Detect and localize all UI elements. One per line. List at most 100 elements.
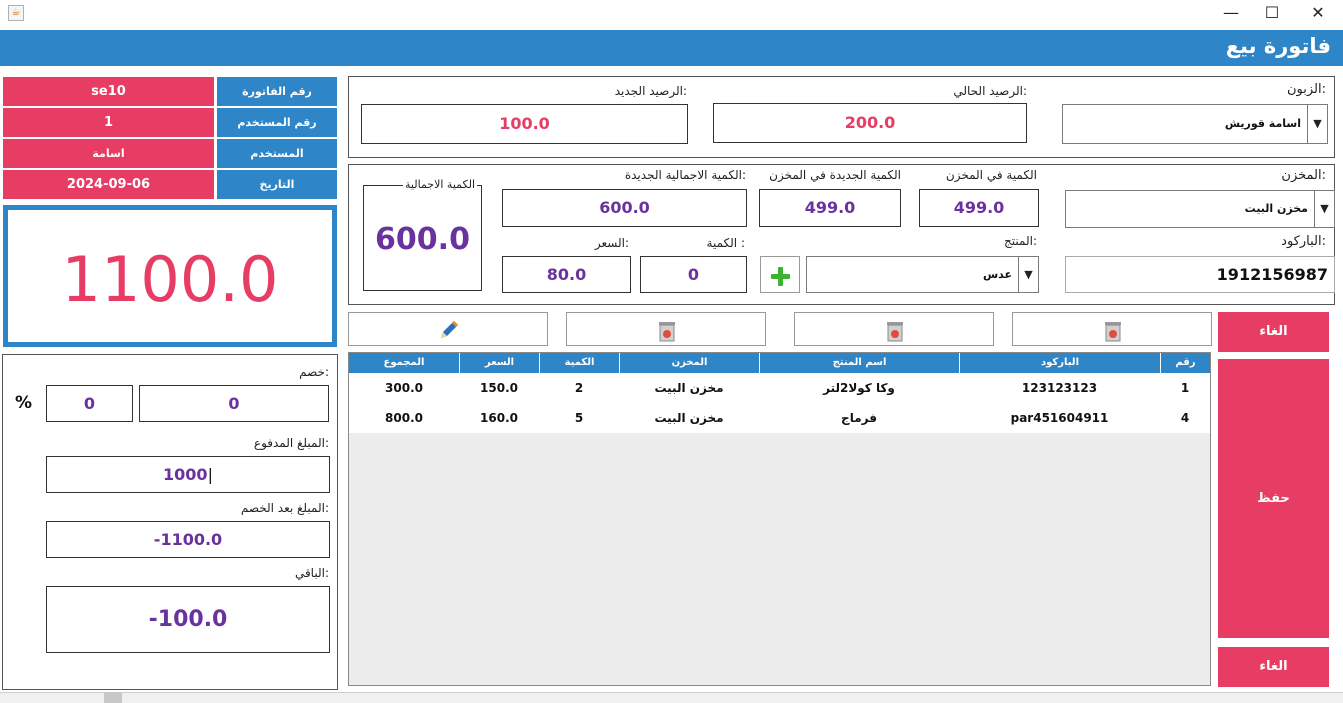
scroll-thumb[interactable] [104,692,122,703]
edit-row-button[interactable] [348,312,548,346]
price-label: السعر: [594,236,629,250]
cell-price: 160.0 [480,411,518,425]
product-label: المنتج: [1004,234,1037,248]
page-title: فاتورة بيع [1225,34,1331,58]
clear-form-button[interactable] [1012,312,1212,346]
user-value: اسامة [3,139,214,168]
paid-amount-value: 1000 [163,465,208,484]
chevron-down-icon: ▼ [1314,191,1334,227]
customer-select[interactable]: اسامة قوريش ▼ [1062,104,1328,144]
cancel-button[interactable]: الغاء [1218,312,1329,352]
product-select-value: عدس [982,268,1012,281]
barcode-input[interactable]: 1912156987 [1065,256,1335,293]
table-header-warehouse[interactable]: المخزن [619,353,759,373]
total-qty-value: 600.0 [375,222,470,257]
qty-in-stock-field: 499.0 [919,189,1039,227]
table-header-price[interactable]: السعر [459,353,539,373]
cell-warehouse: مخزن البيت [654,381,724,395]
table-header-quantity[interactable]: الكمية [539,353,619,373]
delete-all-button[interactable] [794,312,994,346]
discount-label: خصم: [299,365,329,379]
remaining-label: الباقي: [294,566,329,580]
cell-barcode: 123123123 [1021,381,1098,395]
paid-amount-field[interactable]: 1000| [46,456,330,493]
stock-panel: المخزن: مخزن البيت ▼ الكمية في المخزن 49… [348,164,1335,305]
maximize-button[interactable]: ☐ [1249,0,1295,28]
total-qty-box: الكمية الاجمالية 600.0 [363,178,482,291]
cell-quantity: 2 [574,381,584,395]
new-total-qty-label: الكمية الاجمالية الجديدة: [624,168,746,182]
window-titlebar: ☕ — ☐ ✕ [0,0,1343,30]
current-balance-label: الرصيد الحالي: [953,84,1027,98]
table-header-product[interactable]: اسم المنتج [759,353,959,373]
table-row[interactable]: 4 par451604911 فرماج مخزن البيت 5 160.0 … [349,403,1210,433]
add-product-button[interactable] [760,256,800,293]
warehouse-label: المخزن: [1281,168,1326,183]
trash-icon [887,322,903,342]
barcode-label: الباركود: [1281,234,1326,249]
discount-value-field[interactable]: 0 [139,385,329,422]
total-amount: 1100.0 [61,243,279,316]
invoice-number-value: se10 [3,77,214,106]
trash-icon [1105,322,1121,342]
cell-product: وكا كولا2لتر [823,381,895,395]
date-value: 2024-09-06 [3,170,214,199]
current-balance-field: 200.0 [713,103,1027,143]
table-header-total[interactable]: المجموع [349,353,459,373]
percent-sign: % [15,393,33,413]
new-total-qty-field: 600.0 [502,189,747,227]
total-display-box: 1100.0 [3,205,337,347]
chevron-down-icon: ▼ [1018,257,1038,292]
new-balance-label: الرصيد الجديد: [614,84,687,98]
new-qty-in-stock-field: 499.0 [759,189,901,227]
table-header-barcode[interactable]: الباركود [959,353,1160,373]
user-id-value: 1 [3,108,214,137]
discount-percent-field[interactable]: 0 [46,385,133,422]
cell-total: 800.0 [385,411,423,425]
payment-panel: خصم: 0 0 % المبلغ المدفوع: 1000| المبلغ … [2,354,338,690]
remaining-field: -100.0 [46,586,330,653]
save-button[interactable]: حفظ [1218,359,1329,638]
quantity-label: الكمية : [706,236,745,250]
cell-number: 4 [1180,411,1190,425]
product-select[interactable]: عدس ▼ [806,256,1039,293]
trash-icon [659,322,675,342]
cancel-button-bottom[interactable]: الغاء [1218,647,1329,687]
cell-barcode: par451604911 [1010,411,1109,425]
after-discount-field: -1100.0 [46,521,330,558]
invoice-number-label: رقم الفاتورة [217,77,337,106]
java-icon: ☕ [8,5,24,21]
bottom-strip [0,692,1343,703]
table-header-number[interactable]: رقم [1160,353,1210,373]
quantity-input[interactable]: 0 [640,256,747,293]
user-label: المستخدم [217,139,337,168]
total-qty-label: الكمية الاجمالية [403,178,477,191]
customer-select-value: اسامة قوريش [1224,117,1301,130]
chevron-down-icon: ▼ [1307,105,1327,143]
paid-label: المبلغ المدفوع: [253,436,329,450]
pencil-icon [441,321,458,338]
cell-product: فرماج [841,411,877,425]
warehouse-select-value: مخزن البيت [1244,202,1308,215]
price-input[interactable]: 80.0 [502,256,631,293]
warehouse-select[interactable]: مخزن البيت ▼ [1065,190,1335,228]
qty-in-stock-label: الكمية في المخزن [945,168,1037,182]
close-button[interactable]: ✕ [1295,0,1341,28]
delete-row-button[interactable] [566,312,766,346]
minimize-button[interactable]: — [1208,0,1254,28]
cell-quantity: 5 [574,411,584,425]
after-discount-label: المبلغ بعد الخصم: [240,501,329,515]
table-row[interactable]: 1 123123123 وكا كولا2لتر مخزن البيت 2 15… [349,373,1210,403]
header-bar: فاتورة بيع [0,30,1343,66]
cell-price: 150.0 [480,381,518,395]
cell-warehouse: مخزن البيت [654,411,724,425]
customer-label: الزبون: [1286,82,1326,97]
cell-number: 1 [1180,381,1190,395]
user-id-label: رقم المستخدم [217,108,337,137]
cell-total: 300.0 [385,381,423,395]
invoice-table: رقم الباركود اسم المنتج المخزن الكمية ال… [348,352,1211,686]
date-label: التاريخ [217,170,337,199]
new-balance-field: 100.0 [361,104,688,144]
new-qty-in-stock-label: الكمية الجديدة في المخزن [769,168,901,182]
customer-panel: الزبون: اسامة قوريش ▼ الرصيد الحالي: 200… [348,76,1335,158]
